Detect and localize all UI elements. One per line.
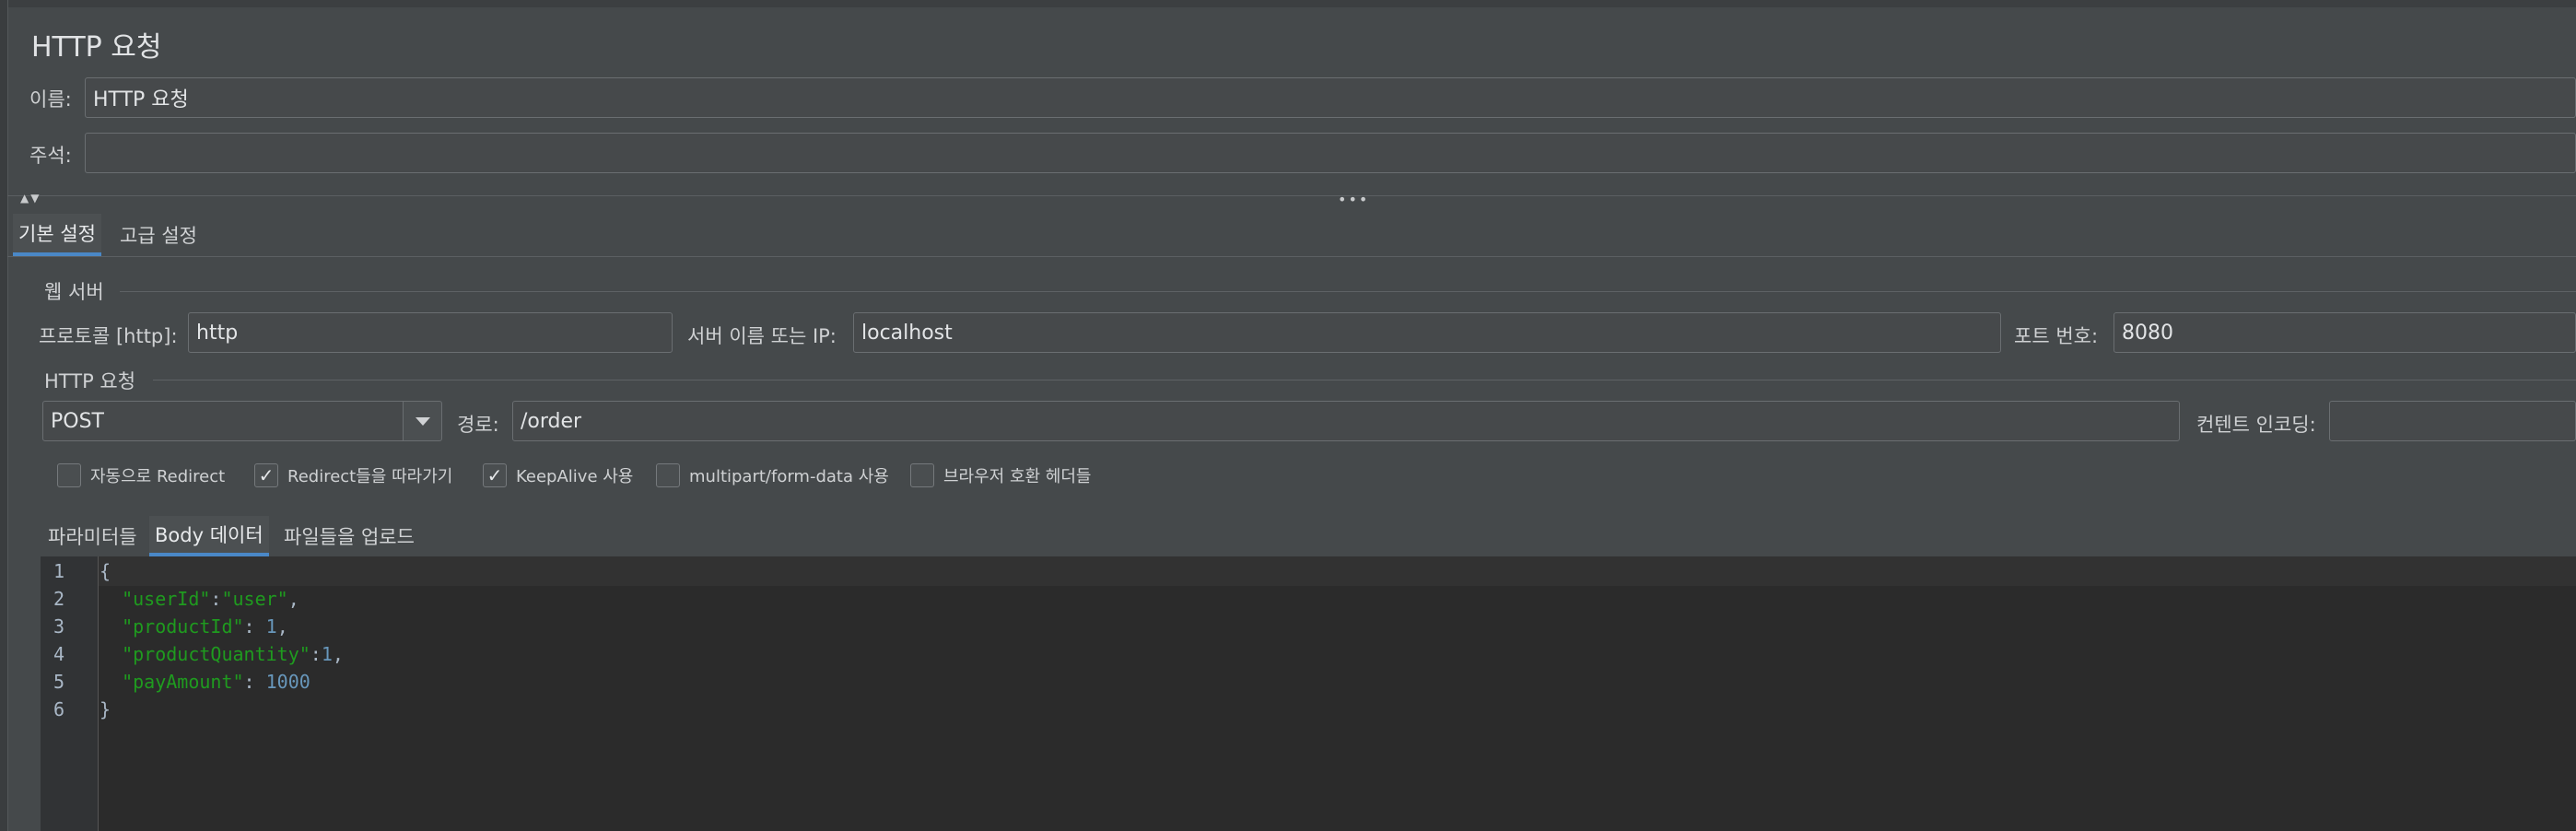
- line-number: 3: [53, 615, 65, 638]
- checkbox-box[interactable]: [910, 463, 934, 487]
- json-key: "userId": [122, 588, 211, 610]
- page-title: HTTP 요청: [31, 31, 162, 64]
- multipart-label: multipart/form-data 사용: [689, 467, 889, 486]
- http-request-group-label: HTTP 요청: [44, 370, 136, 392]
- web-server-group-line: [120, 291, 2576, 292]
- path-label: 경로:: [457, 414, 499, 436]
- browser-headers-checkbox[interactable]: 브라우저 호환 헤더들: [910, 463, 1091, 487]
- splitter-arrows-icon[interactable]: ▲▼: [20, 192, 41, 205]
- json-comma: ,: [276, 615, 288, 638]
- keepalive-checkbox[interactable]: ✓ KeepAlive 사용: [483, 463, 633, 487]
- multipart-checkbox[interactable]: multipart/form-data 사용: [656, 463, 889, 487]
- comment-field[interactable]: [85, 133, 2576, 173]
- line-number: 5: [53, 671, 65, 693]
- port-label: 포트 번호:: [2014, 325, 2099, 347]
- auto-redirect-label: 자동으로 Redirect: [90, 467, 226, 486]
- left-tree-edge: [0, 0, 8, 831]
- json-number: 1: [265, 615, 277, 638]
- json-number: 1: [321, 643, 333, 665]
- json-comma: ,: [332, 643, 344, 665]
- check-icon: ✓: [258, 464, 275, 486]
- tab-basic-settings[interactable]: 기본 설정: [13, 214, 101, 256]
- brace-open: {: [100, 560, 111, 582]
- protocol-field[interactable]: http: [188, 312, 673, 353]
- tab-body-data[interactable]: Body 데이터: [149, 516, 269, 556]
- web-server-group-label: 웹 서버: [44, 281, 104, 303]
- checkbox-box[interactable]: ✓: [254, 463, 278, 487]
- json-comma: ,: [287, 588, 299, 610]
- brace-close: }: [100, 698, 111, 720]
- json-number: 1000: [265, 671, 310, 693]
- editor-current-line: [41, 556, 2576, 586]
- path-field[interactable]: /order: [512, 401, 2180, 441]
- tab-advanced-settings[interactable]: 고급 설정: [114, 214, 203, 256]
- checkbox-box[interactable]: [57, 463, 81, 487]
- keepalive-label: KeepAlive 사용: [516, 467, 634, 486]
- json-colon: :: [243, 671, 266, 693]
- checkbox-box[interactable]: [656, 463, 680, 487]
- auto-redirect-checkbox[interactable]: 자동으로 Redirect: [57, 463, 225, 487]
- name-label: 이름:: [29, 88, 72, 111]
- json-colon: :: [210, 588, 222, 610]
- line-number: 2: [53, 588, 65, 610]
- tab-parameters[interactable]: 파라미터들: [42, 516, 143, 556]
- code-line-5: "payAmount": 1000: [100, 671, 310, 693]
- server-label: 서버 이름 또는 IP:: [687, 325, 837, 347]
- line-number: 1: [53, 560, 65, 582]
- browser-headers-label: 브라우저 호환 헤더들: [943, 467, 1092, 486]
- body-editor[interactable]: [41, 556, 2576, 831]
- json-key: "payAmount": [122, 671, 244, 693]
- follow-redirects-checkbox[interactable]: ✓ Redirect들을 따라가기: [254, 463, 452, 487]
- follow-redirects-label: Redirect들을 따라가기: [287, 467, 453, 486]
- server-field[interactable]: localhost: [853, 312, 2001, 353]
- code-line-1: {: [100, 560, 111, 582]
- checkbox-box[interactable]: ✓: [483, 463, 507, 487]
- json-key: "productId": [122, 615, 244, 638]
- json-colon: :: [310, 643, 322, 665]
- method-select[interactable]: POST: [42, 401, 404, 441]
- line-number: 4: [53, 643, 65, 665]
- json-string: "user": [221, 588, 288, 610]
- splitter-line: [7, 195, 2576, 196]
- code-line-2: "userId":"user",: [100, 588, 299, 610]
- encoding-label: 컨텐트 인코딩:: [2196, 414, 2316, 436]
- chevron-down-icon: [415, 416, 430, 426]
- method-dropdown-button[interactable]: [404, 401, 442, 441]
- port-field[interactable]: 8080: [2113, 312, 2576, 353]
- tab-file-upload[interactable]: 파일들을 업로드: [278, 516, 420, 556]
- comment-label: 주석:: [29, 145, 72, 167]
- code-line-4: "productQuantity":1,: [100, 643, 344, 665]
- window-top-strip: [0, 0, 2576, 7]
- encoding-field[interactable]: [2329, 401, 2576, 441]
- tab-divider: [7, 256, 2576, 257]
- json-colon: :: [243, 615, 266, 638]
- line-number-gutter: [41, 556, 99, 831]
- name-field[interactable]: HTTP 요청: [85, 77, 2576, 118]
- splitter-dots-icon[interactable]: •••: [1338, 191, 1369, 208]
- json-key: "productQuantity": [122, 643, 310, 665]
- check-icon: ✓: [486, 464, 503, 486]
- line-number: 6: [53, 698, 65, 720]
- code-line-6: }: [100, 698, 111, 720]
- protocol-label: 프로토콜 [http]:: [39, 325, 178, 347]
- code-line-3: "productId": 1,: [100, 615, 288, 638]
